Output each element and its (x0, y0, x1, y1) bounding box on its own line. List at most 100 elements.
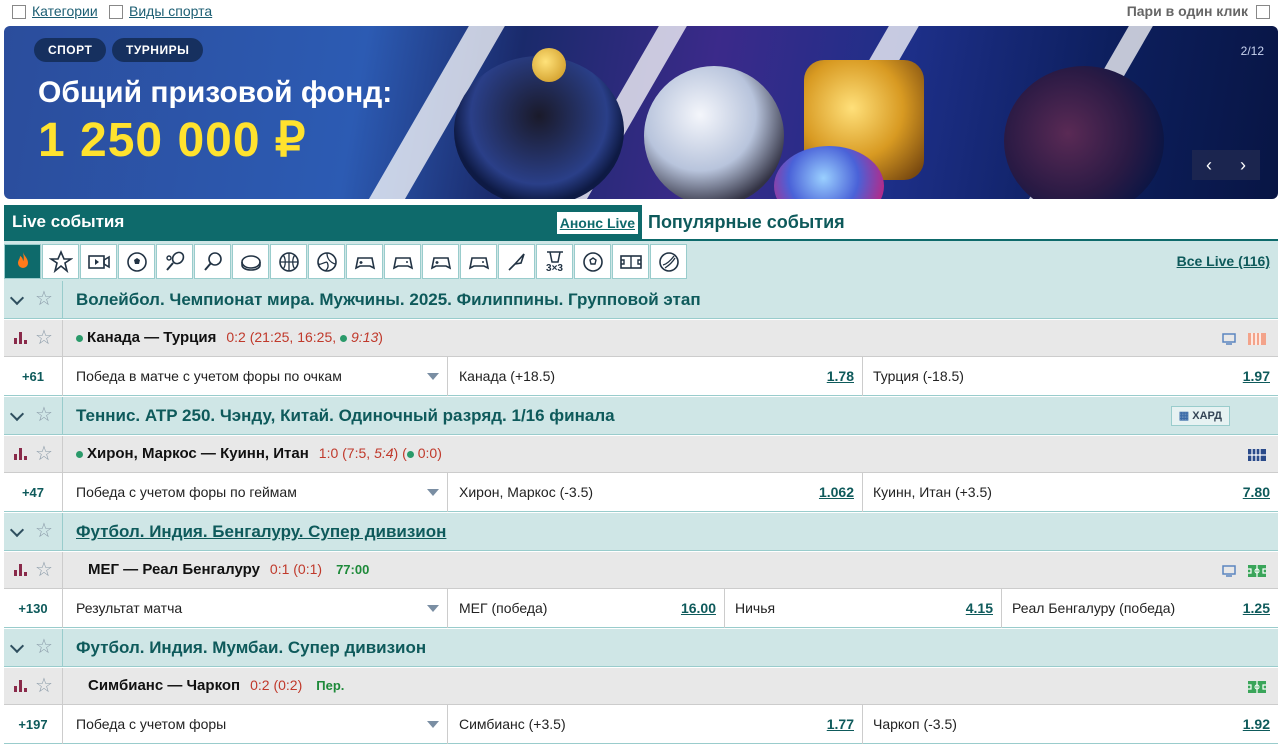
more-markets-count[interactable]: +197 (4, 705, 63, 744)
soccer-ball-image (644, 66, 784, 199)
esports-icon[interactable] (346, 244, 383, 279)
outcome-cell[interactable]: Хирон, Маркос (-3.5) 1.062 (449, 473, 863, 512)
anons-live-link[interactable]: Анонс Live (556, 212, 638, 234)
league-row[interactable]: ☆ Футбол. Индия. Мумбаи. Супер дивизион (4, 629, 1278, 667)
basketball-icon[interactable] (270, 244, 307, 279)
market-select[interactable]: Победа в матче с учетом форы по очкам (64, 357, 448, 396)
match-row[interactable]: ☆ Симбианс — Чаркоп 0:2 (0:2) Пер. (4, 668, 1278, 705)
hockey-icon[interactable] (232, 244, 269, 279)
league-name[interactable]: Теннис. ATP 250. Чэнду, Китай. Одиночный… (76, 406, 615, 426)
chevron-down-icon[interactable] (9, 406, 25, 422)
volleyball-icon[interactable] (308, 244, 345, 279)
basketball-3x3-icon[interactable]: 3×3 (536, 244, 573, 279)
match-teams[interactable]: МЕГ — Реал Бенгалуру (88, 561, 260, 578)
tennis-court-icon[interactable] (1248, 448, 1266, 462)
football-field-icon[interactable] (1248, 564, 1266, 578)
favorite-star-icon[interactable]: ☆ (35, 328, 53, 348)
favorite-star-icon[interactable]: ☆ (35, 444, 53, 464)
league-name[interactable]: Футбол. Индия. Мумбаи. Супер дивизион (76, 638, 426, 658)
odd-value[interactable]: 1.77 (827, 705, 854, 744)
volleyball-court-icon[interactable] (1248, 332, 1266, 346)
chevron-down-icon[interactable] (9, 522, 25, 538)
match-row[interactable]: ☆ МЕГ — Реал Бенгалуру 0:1 (0:1) 77:00 (4, 552, 1278, 589)
favorite-star-icon[interactable]: ☆ (35, 405, 53, 425)
match-teams[interactable]: Хирон, Маркос — Куинн, Итан (87, 445, 309, 462)
league-row[interactable]: ☆ Волейбол. Чемпионат мира. Мужчины. 202… (4, 281, 1278, 319)
esports-icon-3[interactable] (422, 244, 459, 279)
tab-popular-events[interactable]: Популярные события (648, 205, 845, 239)
league-row[interactable]: ☆ Теннис. ATP 250. Чэнду, Китай. Одиночн… (4, 397, 1278, 435)
market-select[interactable]: Результат матча (64, 589, 448, 628)
favorite-star-icon[interactable]: ☆ (35, 289, 53, 309)
promo-banner[interactable]: СПОРТ ТУРНИРЫ Общий призовой фонд: 1 250… (4, 26, 1278, 199)
categories-link[interactable]: Категории (32, 3, 98, 19)
market-select[interactable]: Победа с учетом форы (64, 705, 448, 744)
live-dot-icon (76, 334, 83, 342)
star-icon[interactable] (42, 244, 79, 279)
odd-value[interactable]: 7.80 (1243, 473, 1270, 512)
prev-slide-button[interactable]: ‹ (1192, 150, 1226, 180)
league-name[interactable]: Футбол. Индия. Бенгалуру. Супер дивизион (76, 522, 446, 542)
tennis-icon[interactable] (156, 244, 193, 279)
categories-checkbox[interactable] (12, 5, 26, 19)
handball-icon[interactable] (612, 244, 649, 279)
odd-value[interactable]: 1.78 (827, 357, 854, 396)
chip-tournaments[interactable]: ТУРНИРЫ (112, 38, 204, 62)
outcome-cell[interactable]: Симбианс (+3.5) 1.77 (449, 705, 863, 744)
outcome-cell[interactable]: Куинн, Итан (+3.5) 7.80 (863, 473, 1278, 512)
futsal-icon[interactable] (574, 244, 611, 279)
match-teams[interactable]: Канада — Турция (87, 329, 216, 346)
favorite-star-icon[interactable]: ☆ (35, 676, 53, 696)
badminton-icon[interactable] (498, 244, 535, 279)
stats-icon[interactable] (14, 680, 27, 692)
tv-icon[interactable] (1222, 332, 1236, 346)
all-live-link[interactable]: Все Live (116) (1177, 253, 1270, 269)
league-row[interactable]: ☆ Футбол. Индия. Бенгалуру. Супер дивизи… (4, 513, 1278, 551)
league-name[interactable]: Волейбол. Чемпионат мира. Мужчины. 2025.… (76, 290, 701, 310)
stats-icon[interactable] (14, 332, 27, 344)
one-click-toggle[interactable]: Пари в один клик (1127, 3, 1270, 19)
football-field-icon[interactable] (1248, 680, 1266, 694)
outcome-cell[interactable]: Турция (-18.5) 1.97 (863, 357, 1278, 396)
outcome-cell[interactable]: Ничья 4.15 (725, 589, 1002, 628)
stats-icon[interactable] (14, 564, 27, 576)
match-row[interactable]: ☆ Канада — Турция 0:2 (21:25, 16:25, 9:13… (4, 320, 1278, 357)
outcome-cell[interactable]: Чаркоп (-3.5) 1.92 (863, 705, 1278, 744)
match-score: 1:0 (7:5, 5:4) (0:0) (318, 445, 442, 461)
favorite-star-icon[interactable]: ☆ (35, 560, 53, 580)
odd-value[interactable]: 1.92 (1243, 705, 1270, 744)
stats-icon[interactable] (14, 448, 27, 460)
odd-value[interactable]: 16.00 (681, 589, 716, 628)
next-slide-button[interactable]: › (1226, 150, 1260, 180)
esports-icon-4[interactable] (460, 244, 497, 279)
market-select[interactable]: Победа с учетом форы по геймам (64, 473, 448, 512)
more-markets-count[interactable]: +47 (4, 473, 63, 512)
odd-value[interactable]: 1.062 (819, 473, 854, 512)
video-icon[interactable] (80, 244, 117, 279)
esports-icon-2[interactable] (384, 244, 421, 279)
one-click-checkbox[interactable] (1256, 5, 1270, 19)
outcome-cell[interactable]: Реал Бенгалуру (победа) 1.25 (1002, 589, 1278, 628)
other-sport-icon[interactable] (650, 244, 687, 279)
outcome-cell[interactable]: МЕГ (победа) 16.00 (449, 589, 725, 628)
tv-icon[interactable] (1222, 564, 1236, 578)
more-markets-count[interactable]: +61 (4, 357, 63, 396)
chevron-down-icon[interactable] (9, 638, 25, 654)
table-tennis-icon[interactable] (194, 244, 231, 279)
football-icon[interactable] (118, 244, 155, 279)
outcome-cell[interactable]: Канада (+18.5) 1.78 (449, 357, 863, 396)
fire-icon[interactable] (4, 244, 41, 279)
odd-value[interactable]: 1.25 (1243, 589, 1270, 628)
sports-link[interactable]: Виды спорта (129, 3, 212, 19)
favorite-star-icon[interactable]: ☆ (35, 521, 53, 541)
chevron-down-icon[interactable] (9, 290, 25, 306)
match-teams[interactable]: Симбианс — Чаркоп (88, 677, 240, 694)
tab-live-events[interactable]: Live события Анонс Live (4, 205, 642, 239)
odd-value[interactable]: 1.97 (1243, 357, 1270, 396)
more-markets-count[interactable]: +130 (4, 589, 63, 628)
chip-sport[interactable]: СПОРТ (34, 38, 107, 62)
favorite-star-icon[interactable]: ☆ (35, 637, 53, 657)
odd-value[interactable]: 4.15 (966, 589, 993, 628)
match-row[interactable]: ☆ Хирон, Маркос — Куинн, Итан 1:0 (7:5, 5… (4, 436, 1278, 473)
sports-checkbox[interactable] (109, 5, 123, 19)
